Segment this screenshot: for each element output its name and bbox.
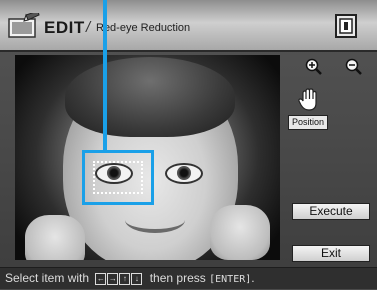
- left-arrow-key-icon: ←: [95, 273, 107, 286]
- screen-subtitle: Red-eye Reduction: [96, 22, 191, 34]
- help-middle: then press: [149, 271, 206, 285]
- execute-button[interactable]: Execute: [292, 203, 370, 220]
- memory-card-icon: [335, 14, 357, 38]
- photo-preview[interactable]: [15, 55, 280, 260]
- zoom-out-icon[interactable]: [345, 58, 363, 76]
- down-arrow-key-icon: ↓: [131, 273, 143, 286]
- edit-icon: [8, 13, 40, 38]
- right-arrow-key-icon: →: [107, 273, 119, 286]
- hand-move-icon: [298, 88, 317, 111]
- screen-title: EDIT: [44, 18, 85, 37]
- selection-inner-dotted: [93, 161, 143, 194]
- title-separator: /: [86, 19, 91, 36]
- left-hand: [25, 215, 85, 260]
- help-footer: Select item with ← → ↑ ↓ then press [ENTER]…: [0, 267, 377, 289]
- enter-key-label: [ENTER]: [209, 274, 252, 285]
- help-suffix: .: [251, 271, 255, 285]
- right-iris: [177, 166, 191, 180]
- screen: EDIT / Red-eye Reduction Position Execut…: [0, 0, 377, 289]
- red-eye-selection-frame[interactable]: [82, 150, 154, 205]
- position-label: Position: [288, 115, 329, 130]
- zoom-in-icon[interactable]: [305, 58, 323, 76]
- callout-line: [103, 0, 107, 152]
- header-bar: EDIT / Red-eye Reduction: [0, 0, 377, 52]
- help-prefix: Select item with: [5, 271, 90, 285]
- right-hand: [210, 205, 270, 260]
- exit-button[interactable]: Exit: [292, 245, 370, 262]
- mouth: [125, 207, 185, 233]
- up-arrow-key-icon: ↑: [119, 273, 131, 286]
- hair: [65, 57, 235, 137]
- arrow-keys-group: ← → ↑ ↓: [95, 268, 143, 289]
- right-eye: [165, 163, 203, 184]
